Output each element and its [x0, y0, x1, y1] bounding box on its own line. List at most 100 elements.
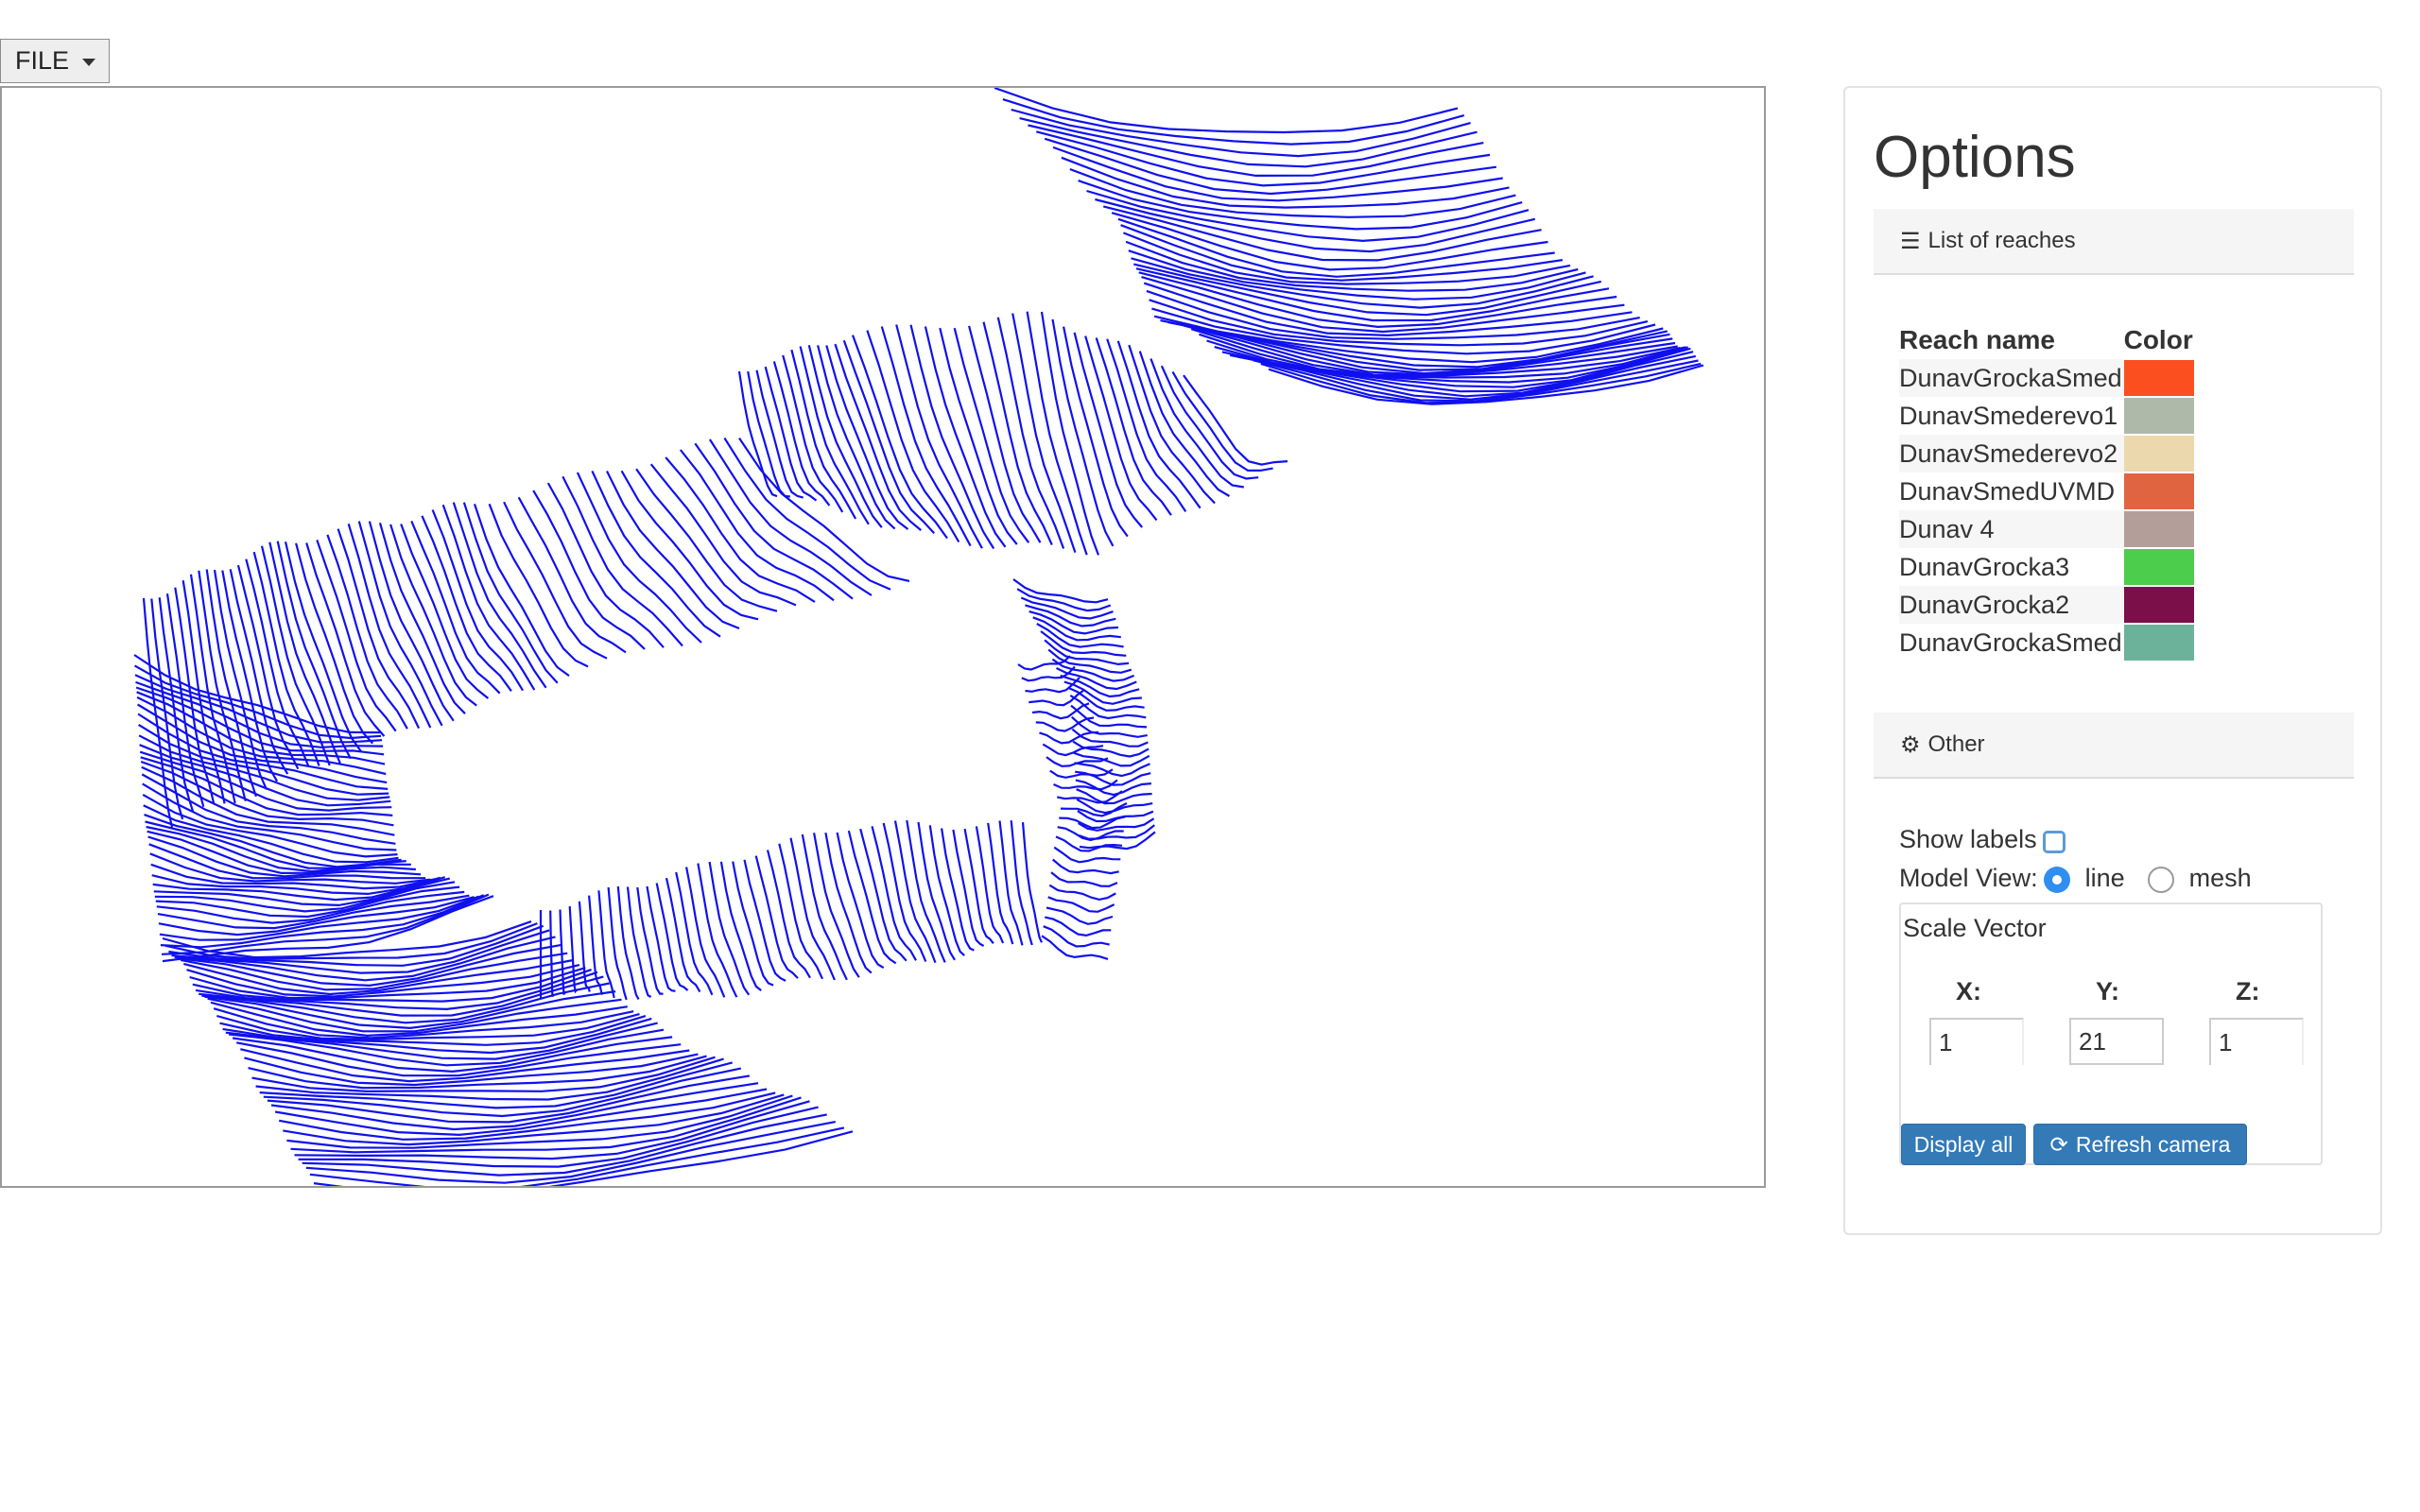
cross-section-line — [389, 524, 477, 707]
cross-section-line — [719, 861, 762, 991]
reach-name: DunavGrocka2 — [1899, 586, 2124, 624]
reach-name: DunavGrocka3 — [1899, 552, 2070, 581]
reach-row: DunavGrockaSmed — [1899, 359, 2197, 397]
reach-color-cell[interactable] — [2123, 472, 2197, 510]
cross-section-line — [1041, 935, 1109, 960]
reach-name: Dunav 4 — [1899, 510, 2124, 548]
reach-color-swatch[interactable] — [2123, 549, 2194, 585]
reach-color-cell[interactable] — [2123, 586, 2197, 624]
reach-color-cell[interactable] — [2123, 548, 2197, 586]
display-all-button[interactable]: Display all — [1901, 1124, 2026, 1165]
cross-section-line — [998, 820, 1024, 946]
refresh-camera-button[interactable]: ⟳ Refresh camera — [2033, 1124, 2247, 1165]
cross-section-line — [274, 1088, 768, 1137]
cross-section-line — [975, 826, 1005, 944]
reach-color-swatch[interactable] — [2123, 360, 2194, 396]
reach-name: DunavSmederevo1 — [1899, 401, 2118, 430]
cross-section-line — [824, 832, 873, 974]
reach-color-swatch[interactable] — [2123, 398, 2194, 434]
cross-section-line — [697, 863, 738, 998]
reach-color-swatch[interactable] — [2123, 625, 2194, 661]
cross-section-band — [133, 654, 494, 963]
reach-row: DunavSmederevo1 — [1899, 397, 2197, 435]
x-label: X: — [1956, 977, 1981, 1005]
other-section-header[interactable]: ⚙ Other — [1874, 713, 2354, 779]
options-title: Options — [1874, 125, 2076, 190]
reaches-table: Reach name Color DunavGrockaSmed DunavSme… — [1899, 321, 2197, 662]
cross-section-line — [1002, 98, 1465, 146]
file-menu-button[interactable]: FILE — [0, 39, 110, 83]
show-labels-row: Show labels — [1899, 825, 2066, 854]
cross-section-line — [1017, 655, 1071, 671]
reach-name: DunavSmederevo2 — [1899, 435, 2124, 472]
reach-color-cell[interactable] — [2123, 435, 2197, 472]
reach-name-column-header: Reach name — [1899, 325, 2055, 354]
reach-color-swatch[interactable] — [2123, 587, 2194, 623]
cross-section-line — [1171, 370, 1273, 472]
model-view-line-label: line — [2084, 863, 2125, 892]
cross-section-line — [1120, 224, 1564, 282]
cross-section-line — [766, 850, 811, 979]
cross-section-line — [1048, 884, 1116, 902]
cross-section-line — [941, 828, 975, 952]
show-labels-checkbox[interactable] — [2042, 830, 2066, 853]
cross-section-line — [655, 883, 689, 991]
scale-vector-title: Scale Vector — [1903, 914, 2047, 942]
reach-color-cell[interactable] — [2123, 510, 2197, 548]
cross-section-line — [316, 540, 397, 732]
reach-color-cell[interactable] — [2123, 359, 2197, 397]
reach-name: DunavGrockaSmed — [1899, 627, 2122, 657]
file-menu-label: FILE — [15, 46, 70, 75]
cross-section-line — [987, 822, 1014, 945]
display-all-label: Display all — [1913, 1131, 2014, 1157]
options-panel: Options ☰ List of reaches Reach name Col… — [1843, 86, 2382, 1235]
cross-section-line — [996, 317, 1065, 549]
cross-section-line — [895, 324, 983, 549]
cross-section-line — [1183, 374, 1288, 466]
cross-section-band — [1012, 578, 1156, 850]
reach-row: DunavGrockaSmed — [1899, 624, 2197, 662]
gear-icon: ⚙ — [1900, 731, 1921, 758]
cross-section-line — [1050, 871, 1118, 887]
cross-section-line — [982, 321, 1053, 546]
model-view-row: Model View: line mesh — [1899, 863, 2269, 893]
cross-section-band — [737, 311, 1288, 556]
cross-section-line — [1053, 846, 1121, 864]
cross-section-line — [462, 502, 559, 684]
cross-section-band — [162, 920, 854, 1186]
list-of-reaches-header[interactable]: ☰ List of reaches — [1874, 209, 2354, 275]
cross-section-line — [1012, 578, 1109, 604]
reach-row: DunavSmedUVMD — [1899, 472, 2197, 510]
cross-section-line — [953, 327, 1030, 543]
reach-color-swatch[interactable] — [2123, 511, 2194, 547]
cross-section-line — [968, 325, 1042, 543]
model-viewport[interactable] — [0, 86, 1766, 1188]
cross-section-band — [539, 819, 1044, 1001]
reach-color-swatch[interactable] — [2123, 436, 2194, 472]
scale-y-input[interactable] — [2069, 1018, 2164, 1065]
y-label: Y: — [2096, 977, 2119, 1005]
refresh-icon: ⟳ — [2049, 1131, 2068, 1157]
cross-section-line — [1150, 358, 1244, 489]
reach-name: DunavSmedUVMD — [1899, 476, 2116, 506]
reach-color-cell[interactable] — [2123, 397, 2197, 435]
reach-name: DunavGrockaSmed — [1899, 359, 2124, 397]
model-view-mesh-radio[interactable] — [2147, 867, 2174, 893]
reach-color-swatch[interactable] — [2123, 473, 2194, 509]
color-column-header: Color — [2123, 325, 2193, 354]
z-label: Z: — [2236, 977, 2260, 1005]
cross-section-line — [685, 867, 726, 998]
reach-row: DunavGrocka2 — [1899, 586, 2197, 624]
scale-x-input[interactable] — [1929, 1018, 2024, 1065]
model-view-line-radio[interactable] — [2043, 867, 2070, 893]
reach-row: Dunav 4 — [1899, 510, 2197, 548]
cross-section-line — [1021, 822, 1044, 943]
cross-section-line — [1039, 730, 1099, 745]
scale-vector-group: Scale Vector X: Y: Z: Display all ⟳ Refr… — [1899, 902, 2323, 1165]
cross-section-line — [665, 877, 701, 993]
cross-section-line — [732, 861, 774, 987]
model-view-label: Model View: — [1899, 863, 2038, 892]
reach-color-cell[interactable] — [2123, 624, 2197, 662]
scale-z-input[interactable] — [2209, 1018, 2304, 1065]
cross-section-line — [326, 534, 408, 730]
